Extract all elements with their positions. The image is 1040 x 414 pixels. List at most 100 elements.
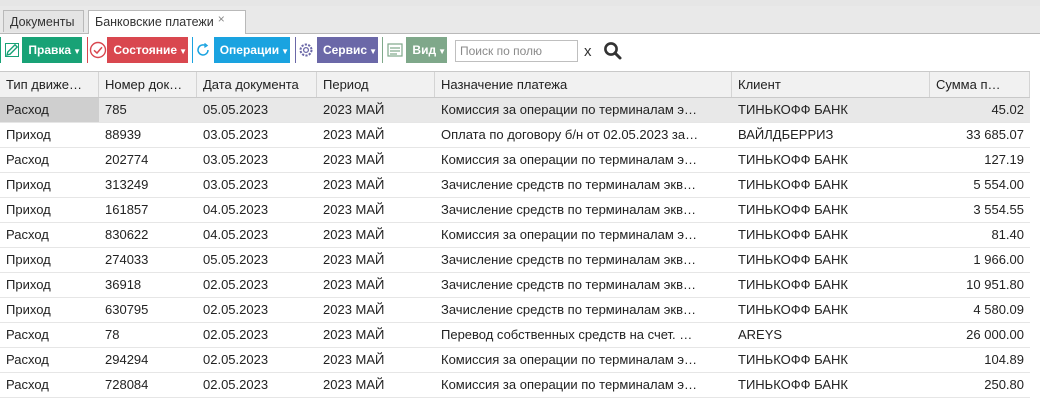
search-icon[interactable] — [603, 41, 623, 64]
tab-close-icon[interactable]: × — [218, 12, 225, 26]
cell-doc-number: 313249 — [105, 177, 149, 192]
cell-period: 2023 МАЙ — [323, 177, 385, 192]
column-header-period[interactable]: Период — [317, 72, 435, 97]
view-list-icon — [383, 37, 407, 63]
cell-period: 2023 МАЙ — [323, 127, 385, 142]
cell-type: Приход — [6, 127, 51, 142]
cell-type: Приход — [6, 177, 51, 192]
cell-amount: 33 685.07 — [966, 127, 1024, 142]
cell-client: ТИНЬКОФФ БАНК — [738, 102, 848, 117]
gear-icon — [296, 37, 317, 63]
cell-purpose: Перевод собственных средств на счет. … — [441, 327, 693, 342]
cell-period: 2023 МАЙ — [323, 102, 385, 117]
cell-purpose: Комиссия за операции по терминалам э… — [441, 152, 698, 167]
cell-period: 2023 МАЙ — [323, 252, 385, 267]
cell-doc-number: 78 — [105, 327, 120, 342]
cell-period: 2023 МАЙ — [323, 227, 385, 242]
cell-purpose: Комиссия за операции по терминалам э… — [441, 352, 698, 367]
table-row[interactable]: Расход 785 05.05.2023 2023 МАЙ Комиссия за о… — [0, 98, 1030, 123]
table-row[interactable]: Расход 728084 02.05.2023 2023 МАЙ Комиссия з… — [0, 373, 1030, 398]
cell-type: Расход — [6, 152, 49, 167]
cell-purpose: Зачисление средств по терминалам экв… — [441, 302, 697, 317]
cell-doc-date: 04.05.2023 — [203, 227, 269, 242]
table-row[interactable]: Расход 830622 04.05.2023 2023 МАЙ Комиссия з… — [0, 223, 1030, 248]
tab-bank-payments[interactable]: Банковские платежи × — [88, 10, 246, 34]
cell-type: Расход — [6, 327, 49, 342]
cell-purpose: Зачисление средств по терминалам экв… — [441, 252, 697, 267]
table-header: Тип движе… Номер док… Дата документа Период… — [0, 71, 1030, 98]
cell-amount: 45.02 — [991, 102, 1024, 117]
table-row[interactable]: Приход 630795 02.05.2023 2023 МАЙ Зачисление… — [0, 298, 1030, 323]
table-row[interactable]: Приход 313249 03.05.2023 2023 МАЙ Зачисление… — [0, 173, 1030, 198]
service-menu-button[interactable]: Сервис ▼ — [295, 37, 378, 63]
cell-doc-number: 88939 — [105, 127, 142, 142]
state-menu-label: Состояние — [113, 43, 178, 57]
edit-menu-label: Правка — [28, 43, 72, 57]
cell-doc-number: 830622 — [105, 227, 149, 242]
cell-doc-date: 02.05.2023 — [203, 277, 269, 292]
table-row[interactable]: Приход 161857 04.05.2023 2023 МАЙ Зачисление… — [0, 198, 1030, 223]
cell-type: Приход — [6, 202, 51, 217]
table-row[interactable]: Расход 202774 03.05.2023 2023 МАЙ Комиссия з… — [0, 148, 1030, 173]
chevron-down-icon: ▼ — [438, 47, 446, 56]
cell-amount: 127.19 — [984, 152, 1024, 167]
tab-documents[interactable]: Документы — [3, 10, 84, 32]
cell-amount: 26 000.00 — [966, 327, 1024, 342]
search-input[interactable] — [455, 40, 578, 62]
column-header-client[interactable]: Клиент — [732, 72, 930, 97]
table-row[interactable]: Приход 88939 03.05.2023 2023 МАЙ Оплата по д… — [0, 123, 1030, 148]
cell-purpose: Комиссия за операции по терминалам э… — [441, 102, 698, 117]
cell-type: Расход — [6, 377, 49, 392]
column-header-type[interactable]: Тип движе… — [0, 72, 99, 97]
column-header-doc-number[interactable]: Номер док… — [99, 72, 197, 97]
cell-type: Расход — [0, 98, 99, 122]
cell-doc-date: 02.05.2023 — [203, 377, 269, 392]
cell-doc-number: 36918 — [105, 277, 142, 292]
state-menu-button[interactable]: Состояние ▼ — [87, 37, 188, 63]
cell-period: 2023 МАЙ — [323, 302, 385, 317]
cell-doc-number: 630795 — [105, 302, 149, 317]
operations-menu-button[interactable]: Операции ▼ — [192, 37, 290, 63]
cell-doc-number: 728084 — [105, 377, 149, 392]
column-header-purpose[interactable]: Назначение платежа — [435, 72, 732, 97]
table-row[interactable]: Приход 36918 02.05.2023 2023 МАЙ Зачисление … — [0, 273, 1030, 298]
edit-menu-button[interactable]: Правка ▼ — [0, 37, 82, 63]
cell-period: 2023 МАЙ — [323, 277, 385, 292]
cell-client: ВАЙЛДБЕРРИЗ — [738, 127, 834, 142]
operations-menu-label: Операции — [219, 43, 280, 57]
refresh-icon — [193, 37, 214, 63]
cell-client: ТИНЬКОФФ БАНК — [738, 302, 848, 317]
clear-search-icon[interactable]: x — [584, 44, 592, 60]
cell-type: Расход — [6, 352, 49, 367]
cell-amount: 4 580.09 — [973, 302, 1024, 317]
tab-bank-payments-label: Банковские платежи — [95, 15, 214, 29]
cell-amount: 1 966.00 — [973, 252, 1024, 267]
view-menu-label: Вид — [412, 43, 437, 57]
cell-doc-number: 785 — [105, 102, 127, 117]
pencil-icon — [1, 37, 23, 63]
cell-doc-date: 04.05.2023 — [203, 202, 269, 217]
cell-amount: 250.80 — [984, 377, 1024, 392]
column-header-amount[interactable]: Сумма п… — [930, 72, 1030, 97]
cell-amount: 81.40 — [991, 227, 1024, 242]
check-circle-icon — [88, 37, 108, 63]
cell-doc-number: 161857 — [105, 202, 149, 217]
view-menu-button[interactable]: Вид ▼ — [382, 37, 447, 63]
column-header-doc-date[interactable]: Дата документа — [197, 72, 317, 97]
table-row[interactable]: Расход 78 02.05.2023 2023 МАЙ Перевод собств… — [0, 323, 1030, 348]
chevron-down-icon: ▼ — [281, 47, 289, 56]
cell-purpose: Оплата по договору б/н от 02.05.2023 за… — [441, 127, 699, 142]
cell-doc-date: 02.05.2023 — [203, 327, 269, 342]
cell-purpose: Комиссия за операции по терминалам э… — [441, 377, 698, 392]
table-row[interactable]: Расход 294294 02.05.2023 2023 МАЙ Комиссия з… — [0, 348, 1030, 373]
cell-client: ТИНЬКОФФ БАНК — [738, 177, 848, 192]
cell-doc-date: 05.05.2023 — [203, 102, 269, 117]
cell-period: 2023 МАЙ — [323, 352, 385, 367]
tab-documents-label: Документы — [10, 15, 75, 29]
table-row[interactable]: Приход 274033 05.05.2023 2023 МАЙ Зачисление… — [0, 248, 1030, 273]
cell-period: 2023 МАЙ — [323, 377, 385, 392]
cell-client: ТИНЬКОФФ БАНК — [738, 352, 848, 367]
cell-period: 2023 МАЙ — [323, 327, 385, 342]
service-menu-label: Сервис — [322, 43, 368, 57]
cell-purpose: Комиссия за операции по терминалам э… — [441, 227, 698, 242]
